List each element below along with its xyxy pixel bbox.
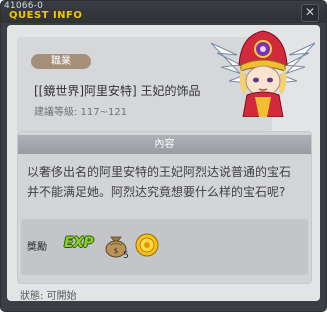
recommended-level: 建議等級: 117~121 (34, 107, 128, 118)
rewards-label: 獎勵 (27, 242, 47, 253)
content-header: 內容 (18, 135, 311, 154)
rewards-box: 獎勵 EXP $ 5 (21, 219, 308, 275)
exp-reward[interactable]: EXP (64, 235, 94, 251)
window-title: QUEST INFO (9, 10, 83, 21)
close-button[interactable]: ✕ (301, 4, 319, 22)
content-title: 內容 (154, 139, 175, 150)
job-tag: 職業 (31, 54, 91, 69)
gold-coin-icon[interactable] (135, 233, 159, 257)
description-line: 并不能满足她。阿烈达究竟想要什么样的宝石呢? (27, 185, 286, 199)
content-section: 內容 以奢侈出名的阿里安特的王妃阿烈达说普通的宝石 并不能满足她。阿烈达究竟想要… (17, 131, 312, 284)
quest-info-window: 41066-0 QUEST INFO ✕ 職業 [[鏡世界]阿里安特] 王妃的饰… (0, 0, 327, 312)
money-bag-qty: 5 (123, 251, 129, 261)
svg-text:$: $ (114, 247, 118, 255)
title-bar[interactable]: 41066-0 QUEST INFO ✕ (1, 1, 326, 23)
quest-name: [[鏡世界]阿里安特] 王妃的饰品 (34, 84, 201, 98)
npc-portrait (210, 30, 316, 117)
description-line: 以奢侈出名的阿里安特的王妃阿烈达说普通的宝石 (27, 165, 292, 179)
quest-description: 以奢侈出名的阿里安特的王妃阿烈达说普通的宝石 并不能满足她。阿烈达究竟想要什么样… (27, 162, 307, 202)
quest-status: 狀態: 可開始 (20, 291, 77, 302)
quest-panel: 職業 [[鏡世界]阿里安特] 王妃的饰品 建議等級: 117~121 內容 以奢… (7, 25, 320, 302)
